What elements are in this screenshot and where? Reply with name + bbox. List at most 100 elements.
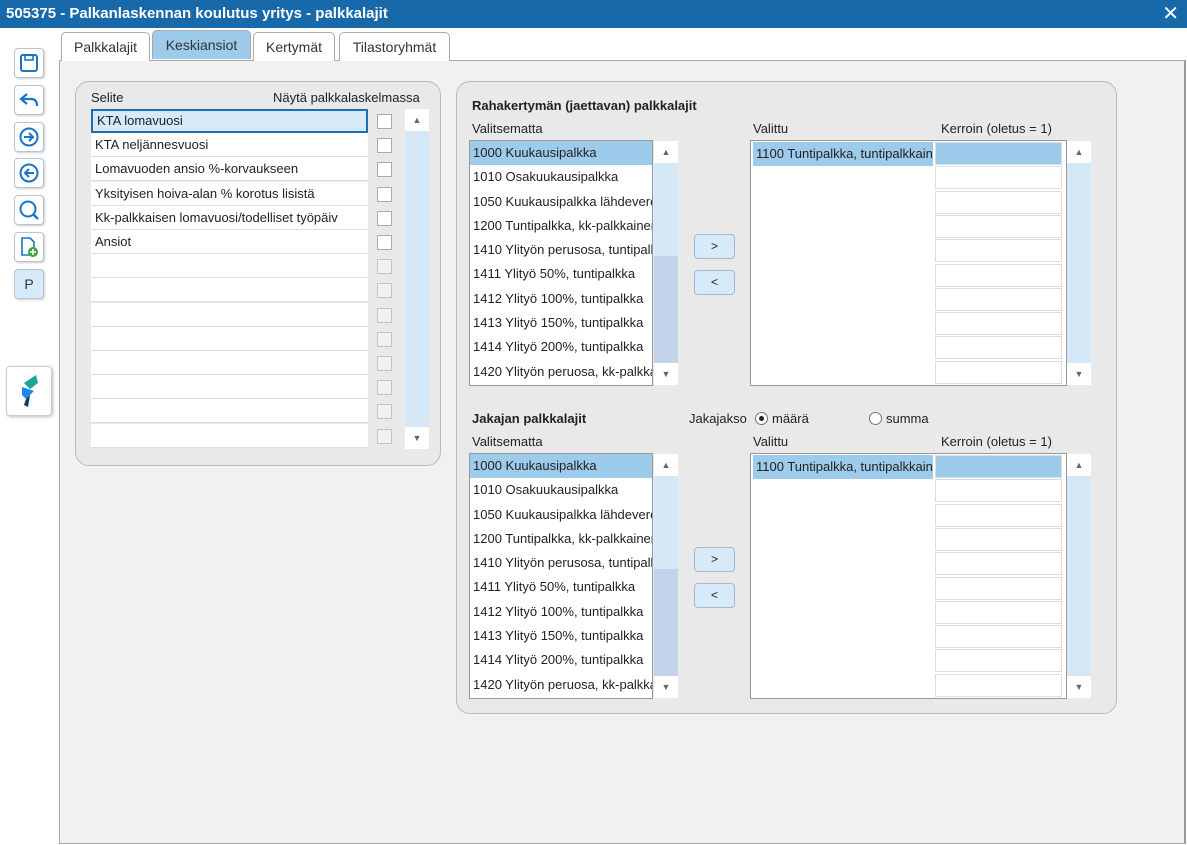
- selected-list[interactable]: 1100 Tuntipalkka, tuntipalkkainen: [750, 140, 1067, 386]
- list-item[interactable]: 1100 Tuntipalkka, tuntipalkkainen: [753, 455, 933, 480]
- show-checkbox[interactable]: [377, 138, 392, 154]
- factor-input[interactable]: [935, 190, 1062, 214]
- unselected-list[interactable]: 1000 Kuukausipalkka 1010 Osakuukausipalkk…: [469, 453, 653, 699]
- show-checkbox[interactable]: [377, 356, 392, 371]
- previous-button[interactable]: [14, 158, 44, 188]
- list-item[interactable]: 1420 Ylityön peruosa, kk-palkka: [470, 360, 652, 384]
- selite-row[interactable]: [91, 302, 368, 327]
- save-button[interactable]: [14, 48, 44, 78]
- selected-scrollbar[interactable]: ▲ ▼: [1067, 141, 1091, 385]
- remove-button[interactable]: <: [694, 270, 735, 295]
- selite-row[interactable]: [91, 423, 368, 448]
- selite-row[interactable]: Ansiot: [91, 230, 368, 254]
- factor-input[interactable]: [935, 625, 1062, 649]
- tab-keskiansiot[interactable]: Keskiansiot: [152, 30, 251, 59]
- factor-input[interactable]: [935, 576, 1062, 600]
- selite-row[interactable]: Kk-palkkaisen lomavuosi/todelliset työpä…: [91, 205, 368, 230]
- unselected-scrollbar[interactable]: ▲ ▼: [654, 454, 678, 698]
- selite-row[interactable]: KTA neljännesvuosi: [91, 133, 368, 158]
- radio-button[interactable]: [869, 412, 882, 425]
- scroll-down-icon[interactable]: ▼: [654, 676, 678, 698]
- show-checkbox[interactable]: [377, 283, 392, 299]
- add-button[interactable]: >: [694, 547, 735, 572]
- add-button[interactable]: >: [694, 234, 735, 259]
- remove-button[interactable]: <: [694, 583, 735, 608]
- factor-input[interactable]: [935, 142, 1062, 165]
- scroll-up-icon[interactable]: ▲: [654, 454, 678, 476]
- selite-row[interactable]: Yksityisen hoiva-alan % korotus lisistä: [91, 181, 368, 206]
- tab-tilastoryhmät[interactable]: Tilastoryhmät: [339, 32, 450, 61]
- factor-input[interactable]: [935, 239, 1062, 263]
- list-item[interactable]: 1414 Ylityö 200%, tuntipalkka: [470, 335, 652, 359]
- scroll-down-icon[interactable]: ▼: [405, 427, 429, 449]
- list-item[interactable]: 1100 Tuntipalkka, tuntipalkkainen: [753, 142, 933, 167]
- list-item[interactable]: 1414 Ylityö 200%, tuntipalkka: [470, 648, 652, 672]
- scroll-up-icon[interactable]: ▲: [654, 141, 678, 163]
- selite-row[interactable]: [91, 278, 368, 303]
- list-item[interactable]: 1410 Ylityön perusosa, tuntipalkka: [470, 551, 652, 575]
- list-item[interactable]: 1411 Ylityö 50%, tuntipalkka: [470, 575, 652, 599]
- scroll-up-icon[interactable]: ▲: [1067, 141, 1091, 163]
- show-checkbox[interactable]: [377, 162, 392, 178]
- tab-palkkalajit[interactable]: Palkkalajit: [61, 32, 150, 61]
- list-item[interactable]: 1411 Ylityö 50%, tuntipalkka: [470, 262, 652, 286]
- factor-input[interactable]: [935, 287, 1062, 311]
- factor-input[interactable]: [935, 479, 1062, 503]
- close-icon[interactable]: ✕: [1162, 0, 1179, 28]
- radio-summa[interactable]: summa: [869, 411, 929, 426]
- show-checkbox[interactable]: [377, 259, 392, 275]
- list-item[interactable]: 1010 Osakuukausipalkka: [470, 478, 652, 502]
- radio-maara[interactable]: määrä: [755, 411, 809, 426]
- show-checkbox[interactable]: [377, 380, 392, 396]
- scroll-down-icon[interactable]: ▼: [654, 363, 678, 385]
- scroll-down-icon[interactable]: ▼: [1067, 363, 1091, 385]
- search-button[interactable]: [14, 195, 44, 225]
- selite-row[interactable]: KTA lomavuosi: [91, 109, 368, 133]
- tab-kertymät[interactable]: Kertymät: [253, 32, 335, 61]
- selite-row[interactable]: Lomavuoden ansio %-korvaukseen: [91, 157, 368, 182]
- scroll-up-icon[interactable]: ▲: [405, 109, 429, 131]
- show-checkbox[interactable]: [377, 210, 392, 226]
- factor-input[interactable]: [935, 503, 1062, 527]
- list-item[interactable]: 1410 Ylityön perusosa, tuntipalkka: [470, 238, 652, 262]
- show-checkbox[interactable]: [377, 307, 392, 323]
- show-checkbox[interactable]: [377, 428, 392, 444]
- list-item[interactable]: 1050 Kuukausipalkka lähdeverollinen: [470, 503, 652, 527]
- selected-list[interactable]: 1100 Tuntipalkka, tuntipalkkainen: [750, 453, 1067, 699]
- list-item[interactable]: 1420 Ylityön peruosa, kk-palkka: [470, 673, 652, 697]
- list-item[interactable]: 1000 Kuukausipalkka: [470, 141, 652, 166]
- factor-input[interactable]: [935, 673, 1062, 697]
- scroll-thumb[interactable]: [654, 569, 678, 676]
- next-button[interactable]: [14, 122, 44, 152]
- show-checkbox[interactable]: [377, 331, 392, 347]
- list-item[interactable]: 1200 Tuntipalkka, kk-palkkainen: [470, 527, 652, 551]
- factor-input[interactable]: [935, 527, 1062, 551]
- unselected-scrollbar[interactable]: ▲ ▼: [654, 141, 678, 385]
- selite-row[interactable]: [91, 326, 368, 351]
- scroll-down-icon[interactable]: ▼: [1067, 676, 1091, 698]
- factor-input[interactable]: [935, 214, 1062, 238]
- selite-scrollbar[interactable]: ▲ ▼: [405, 109, 429, 449]
- factor-input[interactable]: [935, 336, 1062, 360]
- factor-input[interactable]: [935, 360, 1062, 384]
- factor-input[interactable]: [935, 263, 1062, 287]
- factor-input[interactable]: [935, 455, 1062, 478]
- list-item[interactable]: 1413 Ylityö 150%, tuntipalkka: [470, 624, 652, 648]
- unselected-list[interactable]: 1000 Kuukausipalkka 1010 Osakuukausipalkk…: [469, 140, 653, 386]
- radio-button[interactable]: [755, 412, 768, 425]
- selite-row[interactable]: [91, 375, 368, 400]
- selite-row[interactable]: [91, 399, 368, 424]
- factor-input[interactable]: [935, 649, 1062, 673]
- list-item[interactable]: 1412 Ylityö 100%, tuntipalkka: [470, 600, 652, 624]
- factor-input[interactable]: [935, 600, 1062, 624]
- factor-input[interactable]: [935, 312, 1062, 336]
- p-button[interactable]: P: [14, 269, 44, 299]
- scroll-thumb[interactable]: [654, 256, 678, 363]
- selite-row[interactable]: [91, 254, 368, 279]
- show-checkbox[interactable]: [377, 114, 392, 129]
- factor-input[interactable]: [935, 552, 1062, 576]
- selected-scrollbar[interactable]: ▲ ▼: [1067, 454, 1091, 698]
- list-item[interactable]: 1200 Tuntipalkka, kk-palkkainen: [470, 214, 652, 238]
- list-item[interactable]: 1050 Kuukausipalkka lähdeverollinen: [470, 190, 652, 214]
- list-item[interactable]: 1010 Osakuukausipalkka: [470, 165, 652, 189]
